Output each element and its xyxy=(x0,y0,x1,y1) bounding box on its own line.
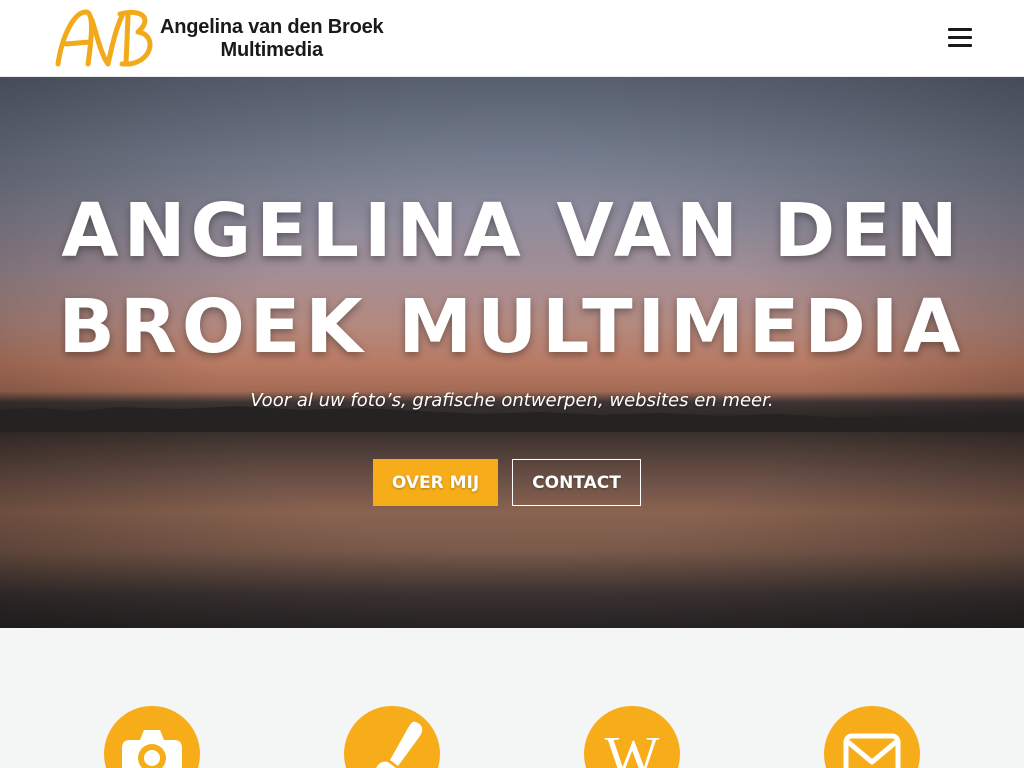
envelope-glyph xyxy=(843,733,901,768)
about-me-button[interactable]: Over mij xyxy=(373,459,498,506)
camera-icon xyxy=(104,706,200,768)
logo-line-2: Multimedia xyxy=(220,39,323,61)
paintbrush-glyph xyxy=(376,721,423,768)
wikipedia-glyph: W xyxy=(605,724,660,768)
hero-title: Angelina van den Broek Multimedia xyxy=(58,188,966,370)
avb-monogram-logo xyxy=(55,9,153,67)
menu-bar xyxy=(948,28,972,31)
menu-bar xyxy=(948,36,972,39)
menu-bar xyxy=(948,44,972,47)
wikipedia-w-letter: W xyxy=(605,724,660,768)
site-header: Angelina van den Broek Multimedia xyxy=(0,0,1024,77)
hero-section: Angelina van den Broek Multimedia Voor a… xyxy=(0,77,1024,628)
hamburger-menu-icon[interactable] xyxy=(944,26,976,50)
hero-subtitle: Voor al uw foto’s, grafische ontwerpen, … xyxy=(250,390,774,411)
contact-button[interactable]: Contact xyxy=(512,459,641,506)
paintbrush-icon xyxy=(344,706,440,768)
camera-glyph xyxy=(122,730,182,768)
logo-line-1: Angelina van den Broek xyxy=(160,16,384,38)
envelope-icon xyxy=(824,706,920,768)
hero-content: Angelina van den Broek Multimedia Voor a… xyxy=(0,77,1024,628)
services-section: W xyxy=(0,628,1024,768)
wikipedia-w-icon: W xyxy=(584,706,680,768)
logo-wordmark: Angelina van den Broek Multimedia xyxy=(160,16,384,62)
site-logo[interactable]: Angelina van den Broek Multimedia xyxy=(52,6,384,72)
